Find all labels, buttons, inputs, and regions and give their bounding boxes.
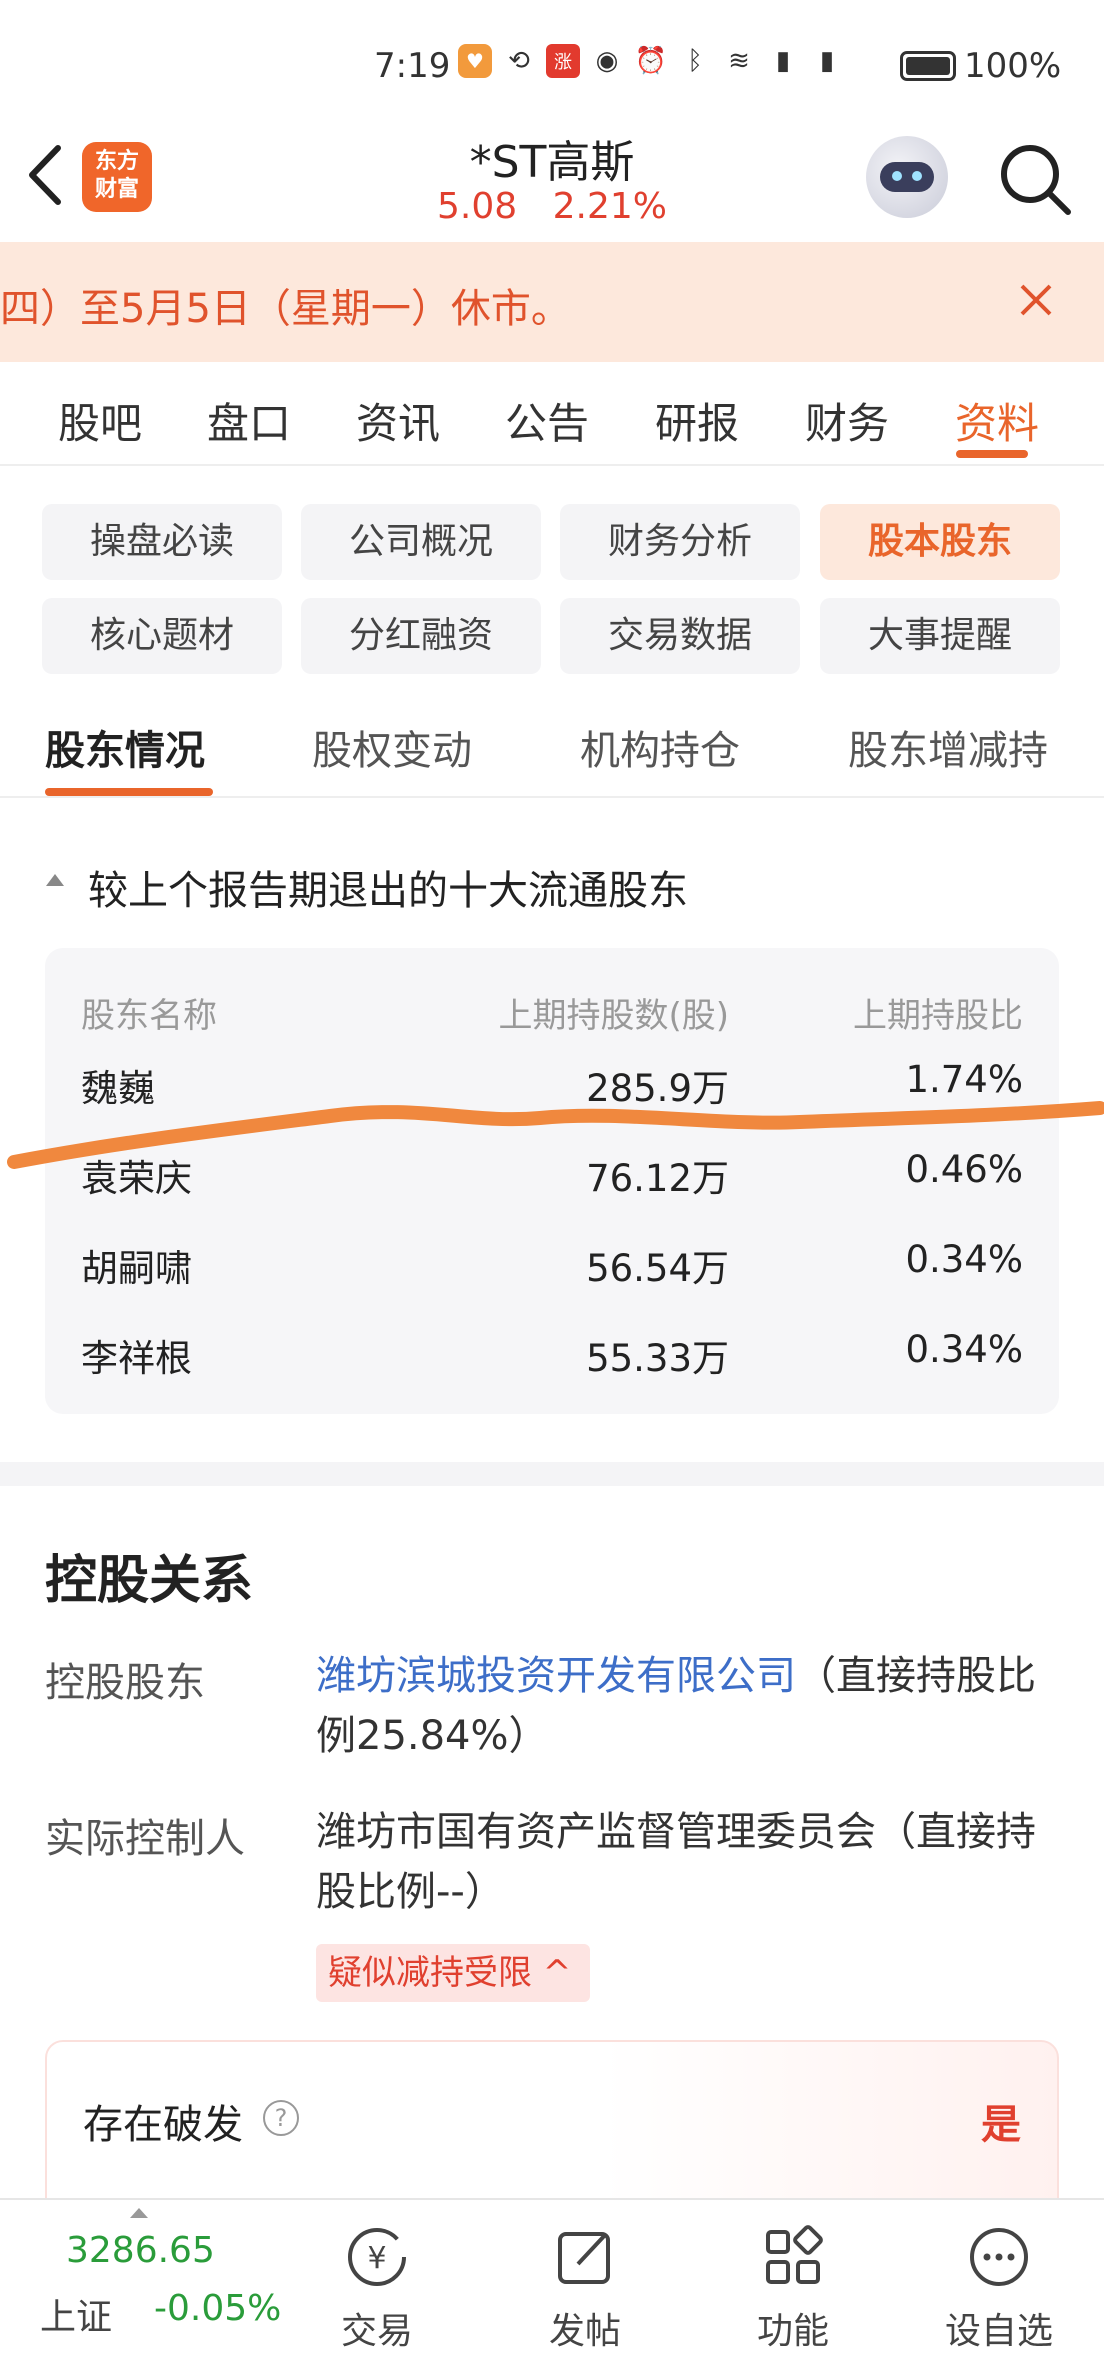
active-subtab-indicator	[45, 788, 213, 796]
shareholder-name: 袁荣庆	[81, 1157, 192, 1200]
index-expand-caret-icon[interactable]	[130, 2208, 148, 2218]
exited-section-title[interactable]: 较上个报告期退出的十大流通股东	[88, 858, 688, 916]
battery: 100%	[900, 46, 1061, 86]
bluetooth-icon: ᛒ	[687, 46, 703, 76]
reduction-restricted-tag[interactable]: 疑似减持受限 ^	[316, 1944, 590, 2002]
chip-trading-data[interactable]: 交易数据	[560, 598, 800, 674]
app-notification-icon: ♥	[458, 44, 492, 78]
eye-icon: ◉	[595, 46, 619, 76]
alarm-icon: ⏰	[634, 46, 668, 76]
search-icon	[1001, 145, 1071, 215]
nav-functions-label: 功能	[756, 2311, 829, 2352]
prev-ratio: 0.34%	[905, 1328, 1023, 1371]
status-icons: ♥ ⟲ 涨 ◉ ⏰ ᛒ ≋ ▮ ▮	[458, 44, 844, 78]
tab-announcements[interactable]: 公告	[505, 390, 589, 451]
bottom-nav: 3286.65 上证 -0.05% ¥ 交易 发帖 功能 设自选	[0, 2198, 1104, 2376]
table-row[interactable]: 胡嗣啸 56.54万 0.34%	[45, 1238, 1059, 1328]
shareholder-name: 魏巍	[81, 1067, 155, 1110]
sub-tabs: 股东情况 股权变动 机构持仓 股东增减持	[0, 700, 1104, 798]
table-row[interactable]: 李祥根 55.33万 0.34%	[45, 1328, 1059, 1418]
prev-shares: 55.33万	[586, 1337, 729, 1380]
section-divider	[0, 1462, 1104, 1486]
signal-5g-icon: ▮	[775, 46, 791, 76]
header: 东方 财富 *ST高斯 5.08 2.21%	[0, 120, 1104, 242]
controlling-shareholder-label: 控股股东	[45, 1660, 205, 1706]
controlling-shareholder-value: 潍坊滨城投资开发有限公司（直接持股比例25.84%）	[316, 1646, 1036, 1766]
main-tabs: 股吧 盘口 资讯 公告 研报 财务 资料	[0, 362, 1104, 466]
tab-profile[interactable]: 资料	[955, 390, 1039, 451]
prev-shares: 56.54万	[586, 1247, 729, 1290]
holding-section-title: 控股关系	[45, 1551, 254, 1611]
stock-app-notification-icon: 涨	[546, 44, 580, 78]
header-prev-shares: 上期持股数(股)	[498, 996, 729, 1036]
nav-trade-label: 交易	[340, 2311, 413, 2352]
close-icon	[1020, 284, 1052, 316]
index-change[interactable]: -0.05%	[154, 2288, 281, 2329]
table-row[interactable]: 魏巍 285.9万 1.74%	[45, 1058, 1059, 1148]
index-value[interactable]: 3286.65	[66, 2230, 215, 2271]
prev-shares: 76.12万	[586, 1157, 729, 1200]
chip-major-events[interactable]: 大事提醒	[820, 598, 1060, 674]
tab-finance[interactable]: 财务	[805, 390, 889, 451]
svg-text:¥: ¥	[367, 2241, 386, 2276]
grid-icon	[766, 2225, 823, 2284]
market-closure-notice: 四）至5月5日（星期一）休市。	[0, 242, 1104, 362]
collapse-triangle-icon[interactable]	[46, 874, 64, 886]
header-prev-ratio: 上期持股比	[853, 996, 1023, 1036]
header-name: 股东名称	[81, 996, 217, 1036]
shareholder-name: 李祥根	[81, 1337, 192, 1380]
chip-core-themes[interactable]: 核心题材	[42, 598, 282, 674]
status-bar: 7:19 ♥ ⟲ 涨 ◉ ⏰ ᛒ ≋ ▮ ▮ 100%	[0, 0, 1104, 120]
prev-ratio: 0.46%	[905, 1148, 1023, 1191]
nav-functions[interactable]: 功能	[718, 2214, 868, 2364]
prev-ratio: 0.34%	[905, 1238, 1023, 1281]
assistant-robot-icon[interactable]	[866, 136, 948, 218]
index-name[interactable]: 上证	[40, 2288, 112, 2340]
chip-dividends[interactable]: 分红融资	[301, 598, 541, 674]
subtab-equity-changes[interactable]: 股权变动	[312, 718, 472, 776]
tab-pankou[interactable]: 盘口	[207, 390, 291, 451]
tab-research[interactable]: 研报	[655, 390, 739, 451]
exited-shareholders-table: 股东名称 上期持股数(股) 上期持股比 魏巍 285.9万 1.74% 袁荣庆 …	[45, 948, 1059, 1414]
nav-watchlist-label: 设自选	[944, 2311, 1053, 2352]
signal-4g-icon: ▮	[819, 46, 835, 76]
notice-text: 四）至5月5日（星期一）休市。	[0, 286, 571, 332]
chip-trading-guide[interactable]: 操盘必读	[42, 504, 282, 580]
link-icon: ⟲	[508, 46, 530, 76]
stock-change-pct: 2.21%	[552, 186, 667, 227]
battery-icon	[900, 51, 956, 81]
more-dots-icon	[970, 2228, 1028, 2286]
help-icon[interactable]: ?	[263, 2100, 299, 2136]
tab-guba[interactable]: 股吧	[58, 390, 142, 451]
nav-post-label: 发帖	[548, 2311, 621, 2352]
chip-company-overview[interactable]: 公司概况	[301, 504, 541, 580]
subtab-shareholders[interactable]: 股东情况	[45, 718, 205, 776]
actual-controller-label: 实际控制人	[45, 1816, 245, 1862]
shareholder-name: 胡嗣啸	[81, 1247, 192, 1290]
wifi-icon: ≋	[728, 46, 750, 76]
controlling-shareholder-link[interactable]: 潍坊滨城投资开发有限公司	[316, 1653, 796, 1699]
stock-price: 5.08	[437, 186, 518, 227]
chip-share-capital[interactable]: 股本股东	[820, 504, 1060, 580]
edit-icon	[558, 2232, 610, 2284]
search-button[interactable]	[996, 140, 1076, 220]
actual-controller-value: 潍坊市国有资产监督管理委员会（直接持股比例--）	[316, 1809, 1036, 1915]
active-tab-indicator	[956, 450, 1028, 458]
table-row[interactable]: 袁荣庆 76.12万 0.46%	[45, 1148, 1059, 1238]
risk-card-value: 是	[981, 2102, 1021, 2148]
chip-financial-analysis[interactable]: 财务分析	[560, 504, 800, 580]
prev-shares: 285.9万	[586, 1067, 729, 1110]
notice-close-button[interactable]	[1016, 280, 1056, 320]
prev-ratio: 1.74%	[905, 1058, 1023, 1101]
battery-level: 100%	[964, 46, 1062, 86]
nav-trade[interactable]: ¥ 交易	[302, 2214, 452, 2364]
nav-watchlist[interactable]: 设自选	[924, 2214, 1074, 2364]
status-time: 7:19	[374, 46, 451, 86]
subtab-holding-changes[interactable]: 股东增减持	[848, 718, 1048, 776]
subtab-institutional[interactable]: 机构持仓	[580, 718, 740, 776]
nav-post[interactable]: 发帖	[510, 2214, 660, 2364]
trade-yen-icon: ¥	[348, 2228, 406, 2286]
tab-news[interactable]: 资讯	[356, 390, 440, 451]
risk-card-label: 存在破发	[83, 2102, 243, 2148]
